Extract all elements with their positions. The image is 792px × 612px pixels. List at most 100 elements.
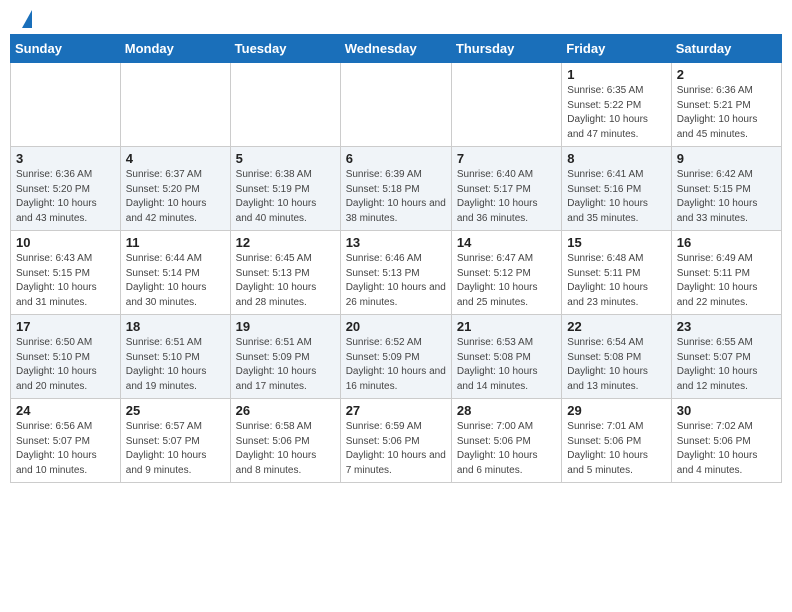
day-info: Sunrise: 6:36 AM Sunset: 5:21 PM Dayligh… xyxy=(677,84,776,142)
day-info: Sunrise: 6:49 AM Sunset: 5:11 PM Dayligh… xyxy=(677,252,776,310)
day-info: Sunrise: 6:38 AM Sunset: 5:19 PM Dayligh… xyxy=(236,168,335,226)
weekday-header-wednesday: Wednesday xyxy=(340,35,451,63)
day-number: 2 xyxy=(677,67,776,82)
calendar-week-row: 10 Sunrise: 6:43 AM Sunset: 5:15 PM Dayli… xyxy=(11,231,782,315)
calendar-cell: 1 Sunrise: 6:35 AM Sunset: 5:22 PM Daylig… xyxy=(562,63,671,147)
day-info: Sunrise: 6:57 AM Sunset: 5:07 PM Dayligh… xyxy=(126,420,225,478)
day-number: 23 xyxy=(677,319,776,334)
logo xyxy=(20,14,32,28)
calendar-cell: 2 Sunrise: 6:36 AM Sunset: 5:21 PM Daylig… xyxy=(671,63,781,147)
calendar-cell: 19 Sunrise: 6:51 AM Sunset: 5:09 PM Dayli… xyxy=(230,315,340,399)
calendar-cell: 30 Sunrise: 7:02 AM Sunset: 5:06 PM Dayli… xyxy=(671,399,781,483)
day-info: Sunrise: 6:40 AM Sunset: 5:17 PM Dayligh… xyxy=(457,168,556,226)
weekday-header-tuesday: Tuesday xyxy=(230,35,340,63)
day-number: 26 xyxy=(236,403,335,418)
weekday-header-thursday: Thursday xyxy=(451,35,561,63)
calendar-week-row: 17 Sunrise: 6:50 AM Sunset: 5:10 PM Dayli… xyxy=(11,315,782,399)
calendar-cell: 12Sunrise: 6:45 AM Sunset: 5:13 PM Dayli… xyxy=(230,231,340,315)
calendar-cell: 24 Sunrise: 6:56 AM Sunset: 5:07 PM Dayli… xyxy=(11,399,121,483)
day-number: 10 xyxy=(16,235,115,250)
calendar-cell: 25 Sunrise: 6:57 AM Sunset: 5:07 PM Dayli… xyxy=(120,399,230,483)
day-number: 1 xyxy=(567,67,665,82)
calendar-cell: 27Sunrise: 6:59 AM Sunset: 5:06 PM Dayli… xyxy=(340,399,451,483)
calendar-cell: 6Sunrise: 6:39 AM Sunset: 5:18 PM Daylig… xyxy=(340,147,451,231)
day-number: 5 xyxy=(236,151,335,166)
calendar-cell: 5 Sunrise: 6:38 AM Sunset: 5:19 PM Daylig… xyxy=(230,147,340,231)
calendar-cell: 13 Sunrise: 6:46 AM Sunset: 5:13 PM Dayli… xyxy=(340,231,451,315)
day-info: Sunrise: 6:46 AM Sunset: 5:13 PM Dayligh… xyxy=(346,252,446,310)
day-info: Sunrise: 6:52 AM Sunset: 5:09 PM Dayligh… xyxy=(346,336,446,394)
day-number: 13 xyxy=(346,235,446,250)
weekday-header-friday: Friday xyxy=(562,35,671,63)
calendar-cell: 11Sunrise: 6:44 AM Sunset: 5:14 PM Dayli… xyxy=(120,231,230,315)
weekday-header-monday: Monday xyxy=(120,35,230,63)
day-number: 7 xyxy=(457,151,556,166)
calendar-cell: 9Sunrise: 6:42 AM Sunset: 5:15 PM Daylig… xyxy=(671,147,781,231)
day-info: Sunrise: 6:54 AM Sunset: 5:08 PM Dayligh… xyxy=(567,336,665,394)
day-number: 16 xyxy=(677,235,776,250)
calendar-cell xyxy=(120,63,230,147)
calendar-cell: 29 Sunrise: 7:01 AM Sunset: 5:06 PM Dayli… xyxy=(562,399,671,483)
day-info: Sunrise: 6:42 AM Sunset: 5:15 PM Dayligh… xyxy=(677,168,776,226)
day-info: Sunrise: 7:00 AM Sunset: 5:06 PM Dayligh… xyxy=(457,420,556,478)
day-info: Sunrise: 6:59 AM Sunset: 5:06 PM Dayligh… xyxy=(346,420,446,478)
day-number: 20 xyxy=(346,319,446,334)
day-number: 11 xyxy=(126,235,225,250)
calendar-cell: 26 Sunrise: 6:58 AM Sunset: 5:06 PM Dayli… xyxy=(230,399,340,483)
calendar-cell xyxy=(451,63,561,147)
day-info: Sunrise: 6:53 AM Sunset: 5:08 PM Dayligh… xyxy=(457,336,556,394)
calendar-cell: 4Sunrise: 6:37 AM Sunset: 5:20 PM Daylig… xyxy=(120,147,230,231)
calendar-cell xyxy=(11,63,121,147)
day-info: Sunrise: 6:41 AM Sunset: 5:16 PM Dayligh… xyxy=(567,168,665,226)
calendar-wrapper: SundayMondayTuesdayWednesdayThursdayFrid… xyxy=(0,34,792,493)
calendar-cell: 20 Sunrise: 6:52 AM Sunset: 5:09 PM Dayli… xyxy=(340,315,451,399)
day-info: Sunrise: 6:47 AM Sunset: 5:12 PM Dayligh… xyxy=(457,252,556,310)
day-info: Sunrise: 6:43 AM Sunset: 5:15 PM Dayligh… xyxy=(16,252,115,310)
day-info: Sunrise: 6:48 AM Sunset: 5:11 PM Dayligh… xyxy=(567,252,665,310)
calendar-cell: 7 Sunrise: 6:40 AM Sunset: 5:17 PM Daylig… xyxy=(451,147,561,231)
day-info: Sunrise: 6:36 AM Sunset: 5:20 PM Dayligh… xyxy=(16,168,115,226)
day-info: Sunrise: 6:35 AM Sunset: 5:22 PM Dayligh… xyxy=(567,84,665,142)
weekday-header-sunday: Sunday xyxy=(11,35,121,63)
weekday-header-row: SundayMondayTuesdayWednesdayThursdayFrid… xyxy=(11,35,782,63)
day-info: Sunrise: 6:51 AM Sunset: 5:09 PM Dayligh… xyxy=(236,336,335,394)
calendar-cell: 18 Sunrise: 6:51 AM Sunset: 5:10 PM Dayli… xyxy=(120,315,230,399)
day-info: Sunrise: 7:01 AM Sunset: 5:06 PM Dayligh… xyxy=(567,420,665,478)
logo-triangle-icon xyxy=(22,10,32,28)
calendar-cell xyxy=(230,63,340,147)
day-info: Sunrise: 6:51 AM Sunset: 5:10 PM Dayligh… xyxy=(126,336,225,394)
calendar-cell: 28 Sunrise: 7:00 AM Sunset: 5:06 PM Dayli… xyxy=(451,399,561,483)
day-number: 22 xyxy=(567,319,665,334)
calendar-week-row: 3Sunrise: 6:36 AM Sunset: 5:20 PM Daylig… xyxy=(11,147,782,231)
day-info: Sunrise: 6:50 AM Sunset: 5:10 PM Dayligh… xyxy=(16,336,115,394)
calendar-cell: 16 Sunrise: 6:49 AM Sunset: 5:11 PM Dayli… xyxy=(671,231,781,315)
day-number: 8 xyxy=(567,151,665,166)
day-number: 28 xyxy=(457,403,556,418)
calendar-cell: 3Sunrise: 6:36 AM Sunset: 5:20 PM Daylig… xyxy=(11,147,121,231)
day-number: 15 xyxy=(567,235,665,250)
calendar-week-row: 24 Sunrise: 6:56 AM Sunset: 5:07 PM Dayli… xyxy=(11,399,782,483)
day-number: 24 xyxy=(16,403,115,418)
calendar-cell: 21 Sunrise: 6:53 AM Sunset: 5:08 PM Dayli… xyxy=(451,315,561,399)
calendar-cell: 22 Sunrise: 6:54 AM Sunset: 5:08 PM Dayli… xyxy=(562,315,671,399)
day-info: Sunrise: 6:56 AM Sunset: 5:07 PM Dayligh… xyxy=(16,420,115,478)
day-number: 25 xyxy=(126,403,225,418)
day-number: 6 xyxy=(346,151,446,166)
calendar-cell: 17 Sunrise: 6:50 AM Sunset: 5:10 PM Dayli… xyxy=(11,315,121,399)
calendar-cell: 23 Sunrise: 6:55 AM Sunset: 5:07 PM Dayli… xyxy=(671,315,781,399)
day-info: Sunrise: 6:55 AM Sunset: 5:07 PM Dayligh… xyxy=(677,336,776,394)
day-number: 19 xyxy=(236,319,335,334)
day-number: 29 xyxy=(567,403,665,418)
day-number: 17 xyxy=(16,319,115,334)
day-info: Sunrise: 6:58 AM Sunset: 5:06 PM Dayligh… xyxy=(236,420,335,478)
calendar-cell: 10 Sunrise: 6:43 AM Sunset: 5:15 PM Dayli… xyxy=(11,231,121,315)
day-number: 21 xyxy=(457,319,556,334)
calendar-cell xyxy=(340,63,451,147)
day-info: Sunrise: 7:02 AM Sunset: 5:06 PM Dayligh… xyxy=(677,420,776,478)
day-number: 30 xyxy=(677,403,776,418)
day-info: Sunrise: 6:37 AM Sunset: 5:20 PM Dayligh… xyxy=(126,168,225,226)
calendar-week-row: 1 Sunrise: 6:35 AM Sunset: 5:22 PM Daylig… xyxy=(11,63,782,147)
day-number: 18 xyxy=(126,319,225,334)
day-info: Sunrise: 6:45 AM Sunset: 5:13 PM Dayligh… xyxy=(236,252,335,310)
calendar-cell: 14Sunrise: 6:47 AM Sunset: 5:12 PM Dayli… xyxy=(451,231,561,315)
